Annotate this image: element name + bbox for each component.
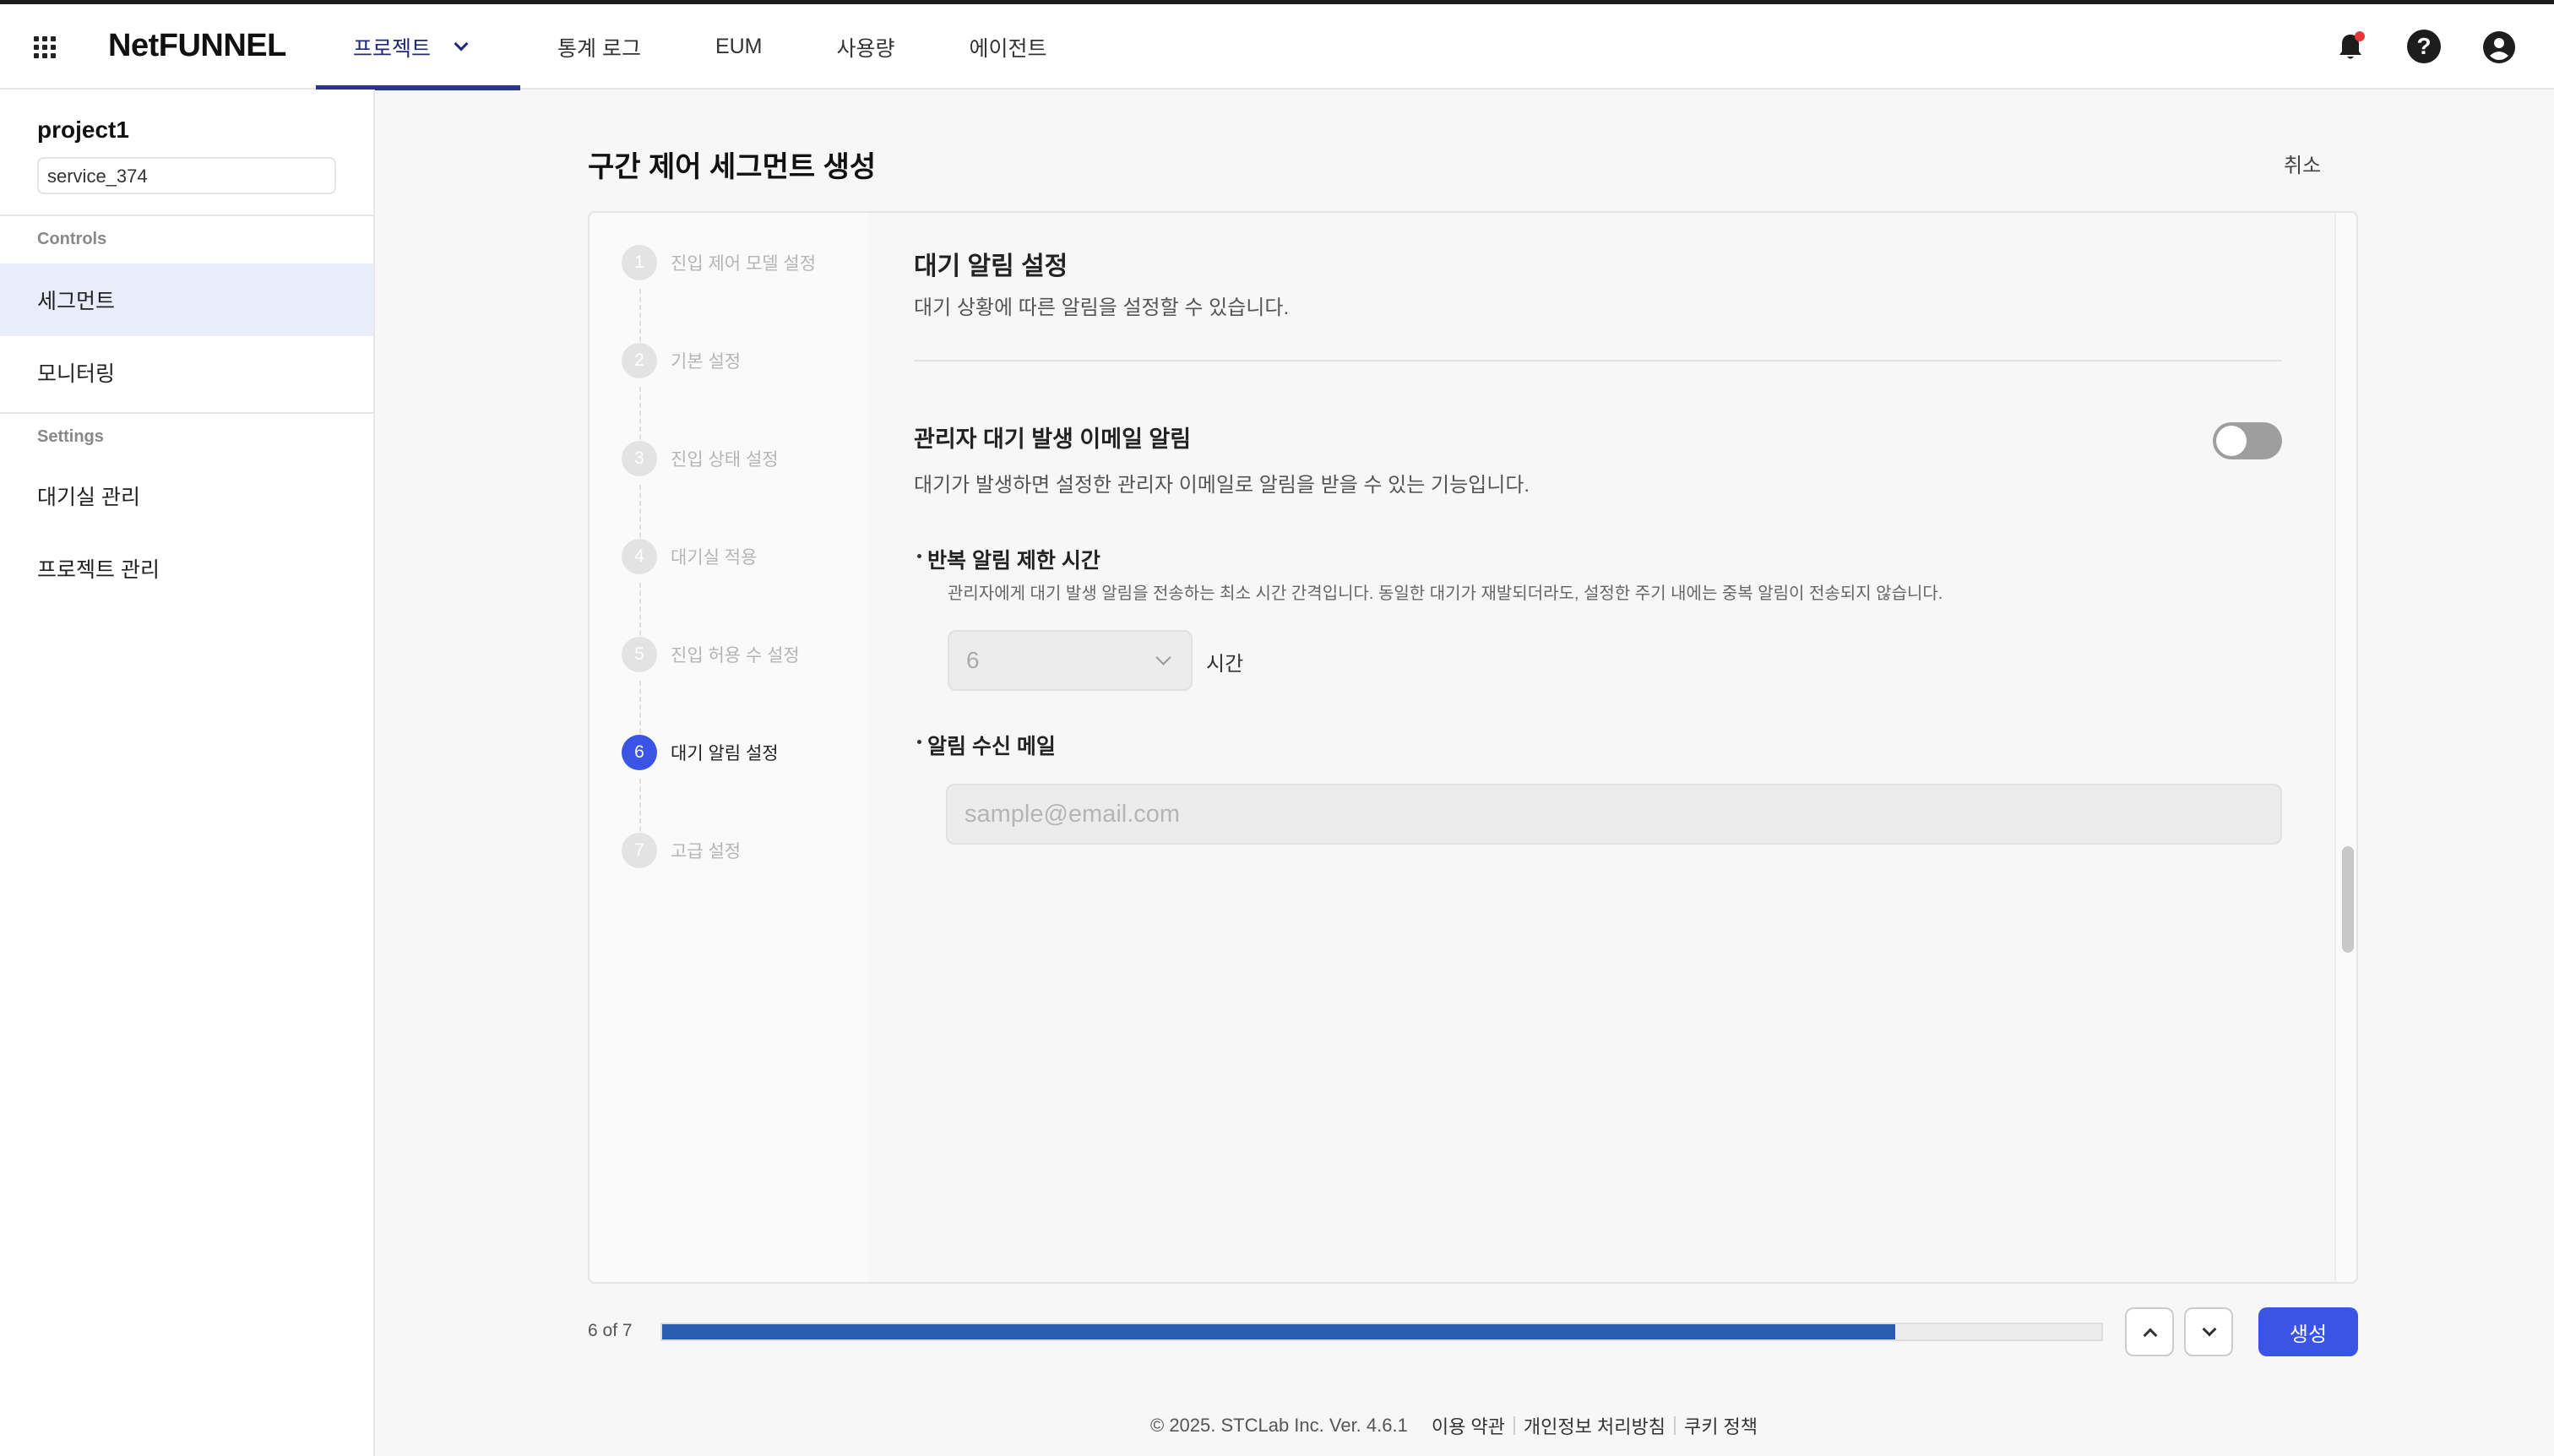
step-5[interactable]: 5 진입 허용 수 설정 [622,637,800,672]
step-6[interactable]: 6 대기 알림 설정 [622,735,779,770]
settings-heading: Settings [37,427,104,446]
repeat-limit-title: 반복 알림 제한 시간 [917,544,1100,574]
nav-project-label: 프로젝트 [353,36,432,61]
progress-label: 6 of 7 [588,1321,633,1340]
previous-step-button[interactable] [2125,1307,2174,1356]
step-label: 대기실 적용 [671,548,758,568]
scrollbar[interactable] [2334,213,2356,1282]
footer: © 2025. STCLab Inc. Ver. 4.6.1 이용 약관 개인정… [1150,1412,1766,1439]
sidebar-item-segment[interactable]: 세그먼트 [0,263,373,336]
mail-recipient-title: 알림 수신 메일 [917,730,1056,760]
step-2[interactable]: 2 기본 설정 [622,343,741,378]
chevron-down-icon [1155,649,1171,666]
repeat-limit-unit: 시간 [1206,653,1244,676]
progress-bar [660,1323,2103,1341]
email-alert-description: 대기가 발생하면 설정한 관리자 이메일로 알림을 받을 수 있는 기능입니다. [914,474,1530,497]
bell-icon[interactable] [2333,30,2368,65]
step-label: 고급 설정 [671,842,742,861]
step-number: 7 [622,833,657,868]
step-number: 5 [622,637,657,672]
step-7[interactable]: 7 고급 설정 [622,833,741,868]
step-list: 1 진입 제어 모델 설정 2 기본 설정 3 진입 상태 설정 4 대기실 적… [590,213,868,1282]
nav-agent[interactable]: 에이전트 [932,4,1084,90]
sidebar-item-waiting-room[interactable]: 대기실 관리 [0,459,373,532]
nav-usage[interactable]: 사용량 [800,4,932,90]
cancel-button[interactable]: 취소 [2284,149,2321,178]
top-icons: ? [2333,30,2517,65]
step-label: 대기 알림 설정 [671,744,779,763]
repeat-limit-select[interactable]: 6 [948,630,1193,691]
step-label: 진입 상태 설정 [671,450,779,470]
divider [0,215,375,216]
progress-fill [662,1324,1896,1339]
step-number: 6 [622,735,657,770]
section-title: 대기 알림 설정 [914,253,1068,280]
step-label: 진입 제어 모델 설정 [671,254,817,274]
apps-grid-icon[interactable] [34,36,56,58]
step-label: 기본 설정 [671,352,742,372]
sidebar-item-project-settings[interactable]: 프로젝트 관리 [0,532,373,605]
terms-link[interactable]: 이용 약관 [1423,1412,1513,1439]
help-icon[interactable]: ? [2407,30,2443,65]
step-label: 진입 허용 수 설정 [671,646,800,666]
step-3[interactable]: 3 진입 상태 설정 [622,441,779,476]
logo[interactable]: NetFUNNEL [108,28,286,64]
main-nav: 프로젝트 통계 로그 EUM 사용량 에이전트 [316,4,1084,90]
email-alert-title: 관리자 대기 발생 이메일 알림 [914,426,1192,452]
chevron-up-icon [2143,1328,2158,1343]
step-connector [639,387,641,448]
nav-project[interactable]: 프로젝트 [316,4,520,90]
create-button[interactable]: 생성 [2258,1307,2358,1356]
divider [0,412,375,414]
top-bar: NetFUNNEL 프로젝트 통계 로그 EUM 사용량 에이전트 ? [0,0,2554,90]
project-name[interactable]: project1 [37,117,129,144]
step-number: 3 [622,441,657,476]
controls-heading: Controls [37,230,107,248]
scrollbar-thumb[interactable] [2342,846,2354,953]
divider [914,360,2282,361]
step-number: 4 [622,539,657,574]
step-connector [639,583,641,644]
step-connector [639,485,641,546]
repeat-limit-description: 관리자에게 대기 발생 알림을 전송하는 최소 시간 간격입니다. 동일한 대기… [948,584,1943,603]
nav-eum[interactable]: EUM [678,4,800,90]
step-1[interactable]: 1 진입 제어 모델 설정 [622,245,816,280]
chevron-down-icon [2202,1322,2217,1337]
step-connector [639,779,641,839]
repeat-limit-value: 6 [966,647,980,673]
step-content: 대기 알림 설정 대기 상황에 따른 알림을 설정할 수 있습니다. 관리자 대… [868,213,2334,1282]
step-4[interactable]: 4 대기실 적용 [622,539,757,574]
section-description: 대기 상황에 따른 알림을 설정할 수 있습니다. [914,296,1290,319]
account-icon[interactable] [2481,30,2517,65]
service-selector[interactable]: service_374 [37,157,336,194]
step-number: 1 [622,245,657,280]
notification-badge [2355,31,2365,41]
chevron-down-icon [454,36,469,51]
nav-stats-log[interactable]: 통계 로그 [520,4,678,90]
sidebar-item-monitoring[interactable]: 모니터링 [0,336,373,409]
step-connector [639,681,641,742]
privacy-link[interactable]: 개인정보 처리방침 [1515,1412,1674,1439]
page-title: 구간 제어 세그먼트 생성 [588,151,877,183]
step-number: 2 [622,343,657,378]
step-connector [639,289,641,350]
copyright: © 2025. STCLab Inc. Ver. 4.6.1 [1150,1415,1408,1436]
sidebar: project1 service_374 Controls 세그먼트 모니터링 … [0,90,375,1456]
cookie-policy-link[interactable]: 쿠키 정책 [1676,1412,1766,1439]
wizard-card: 1 진입 제어 모델 설정 2 기본 설정 3 진입 상태 설정 4 대기실 적… [588,211,2358,1284]
email-alert-toggle[interactable] [2213,422,2282,459]
email-field[interactable] [946,784,2282,845]
next-step-button[interactable] [2184,1307,2233,1356]
